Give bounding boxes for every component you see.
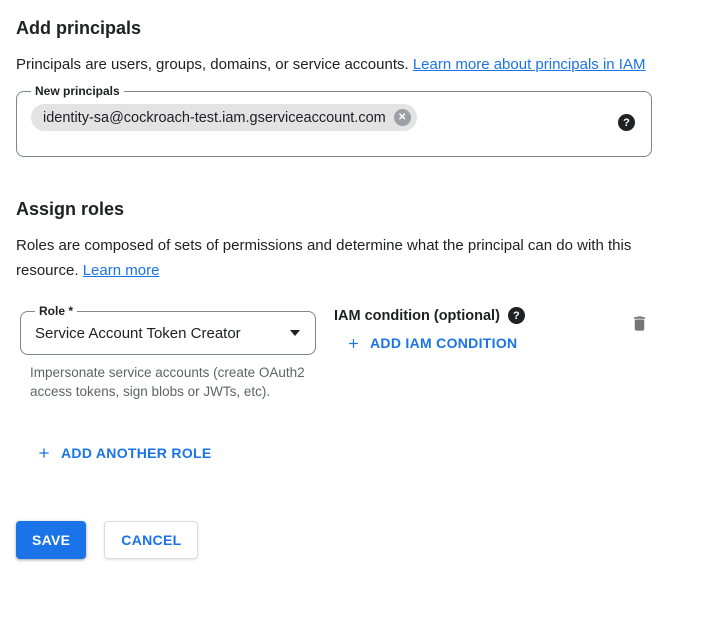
add-iam-condition-label: ADD IAM CONDITION (370, 335, 517, 351)
trash-icon (630, 313, 649, 334)
principal-chip-value: identity-sa@cockroach-test.iam.gservicea… (43, 110, 386, 126)
plus-icon (36, 445, 52, 461)
cancel-button[interactable]: CANCEL (104, 521, 198, 559)
principal-chip: identity-sa@cockroach-test.iam.gservicea… (31, 104, 417, 131)
role-helper-text: Impersonate service accounts (create OAu… (20, 363, 310, 401)
role-column: Role * Service Account Token Creator Imp… (20, 305, 316, 401)
role-selected-value: Service Account Token Creator (35, 325, 241, 342)
dialog-actions: SAVE CANCEL (16, 521, 697, 559)
new-principals-label: New principals (31, 85, 124, 98)
chevron-down-icon (289, 330, 301, 337)
learn-more-principals-link[interactable]: Learn more about principals in IAM (413, 56, 646, 73)
delete-role-button[interactable] (628, 311, 651, 339)
add-another-role-button[interactable]: ADD ANOTHER ROLE (36, 445, 212, 461)
plus-icon (346, 336, 361, 351)
chip-remove-icon[interactable]: ✕ (394, 109, 411, 126)
new-principals-field[interactable]: New principals identity-sa@cockroach-tes… (16, 85, 652, 157)
iam-condition-help-icon[interactable]: ? (508, 307, 525, 324)
add-iam-condition-button[interactable]: ADD IAM CONDITION (346, 335, 517, 351)
new-principals-help-icon[interactable]: ? (618, 114, 635, 131)
iam-condition-label: IAM condition (optional) (334, 308, 500, 324)
role-select[interactable]: Role * Service Account Token Creator (20, 305, 316, 355)
iam-condition-column: IAM condition (optional) ? ADD IAM CONDI… (334, 305, 525, 355)
principals-description-text: Principals are users, groups, domains, o… (16, 56, 413, 73)
page-title: Add principals (16, 16, 697, 40)
roles-description: Roles are composed of sets of permission… (16, 233, 671, 283)
add-principals-panel: Add principals Principals are users, gro… (0, 0, 713, 559)
role-row: Role * Service Account Token Creator Imp… (20, 305, 657, 401)
add-another-role-label: ADD ANOTHER ROLE (61, 445, 212, 461)
save-button[interactable]: SAVE (16, 521, 86, 559)
assign-roles-title: Assign roles (16, 197, 697, 221)
learn-more-roles-link[interactable]: Learn more (83, 262, 160, 279)
role-label: Role * (35, 305, 77, 318)
principals-description: Principals are users, groups, domains, o… (16, 52, 671, 77)
